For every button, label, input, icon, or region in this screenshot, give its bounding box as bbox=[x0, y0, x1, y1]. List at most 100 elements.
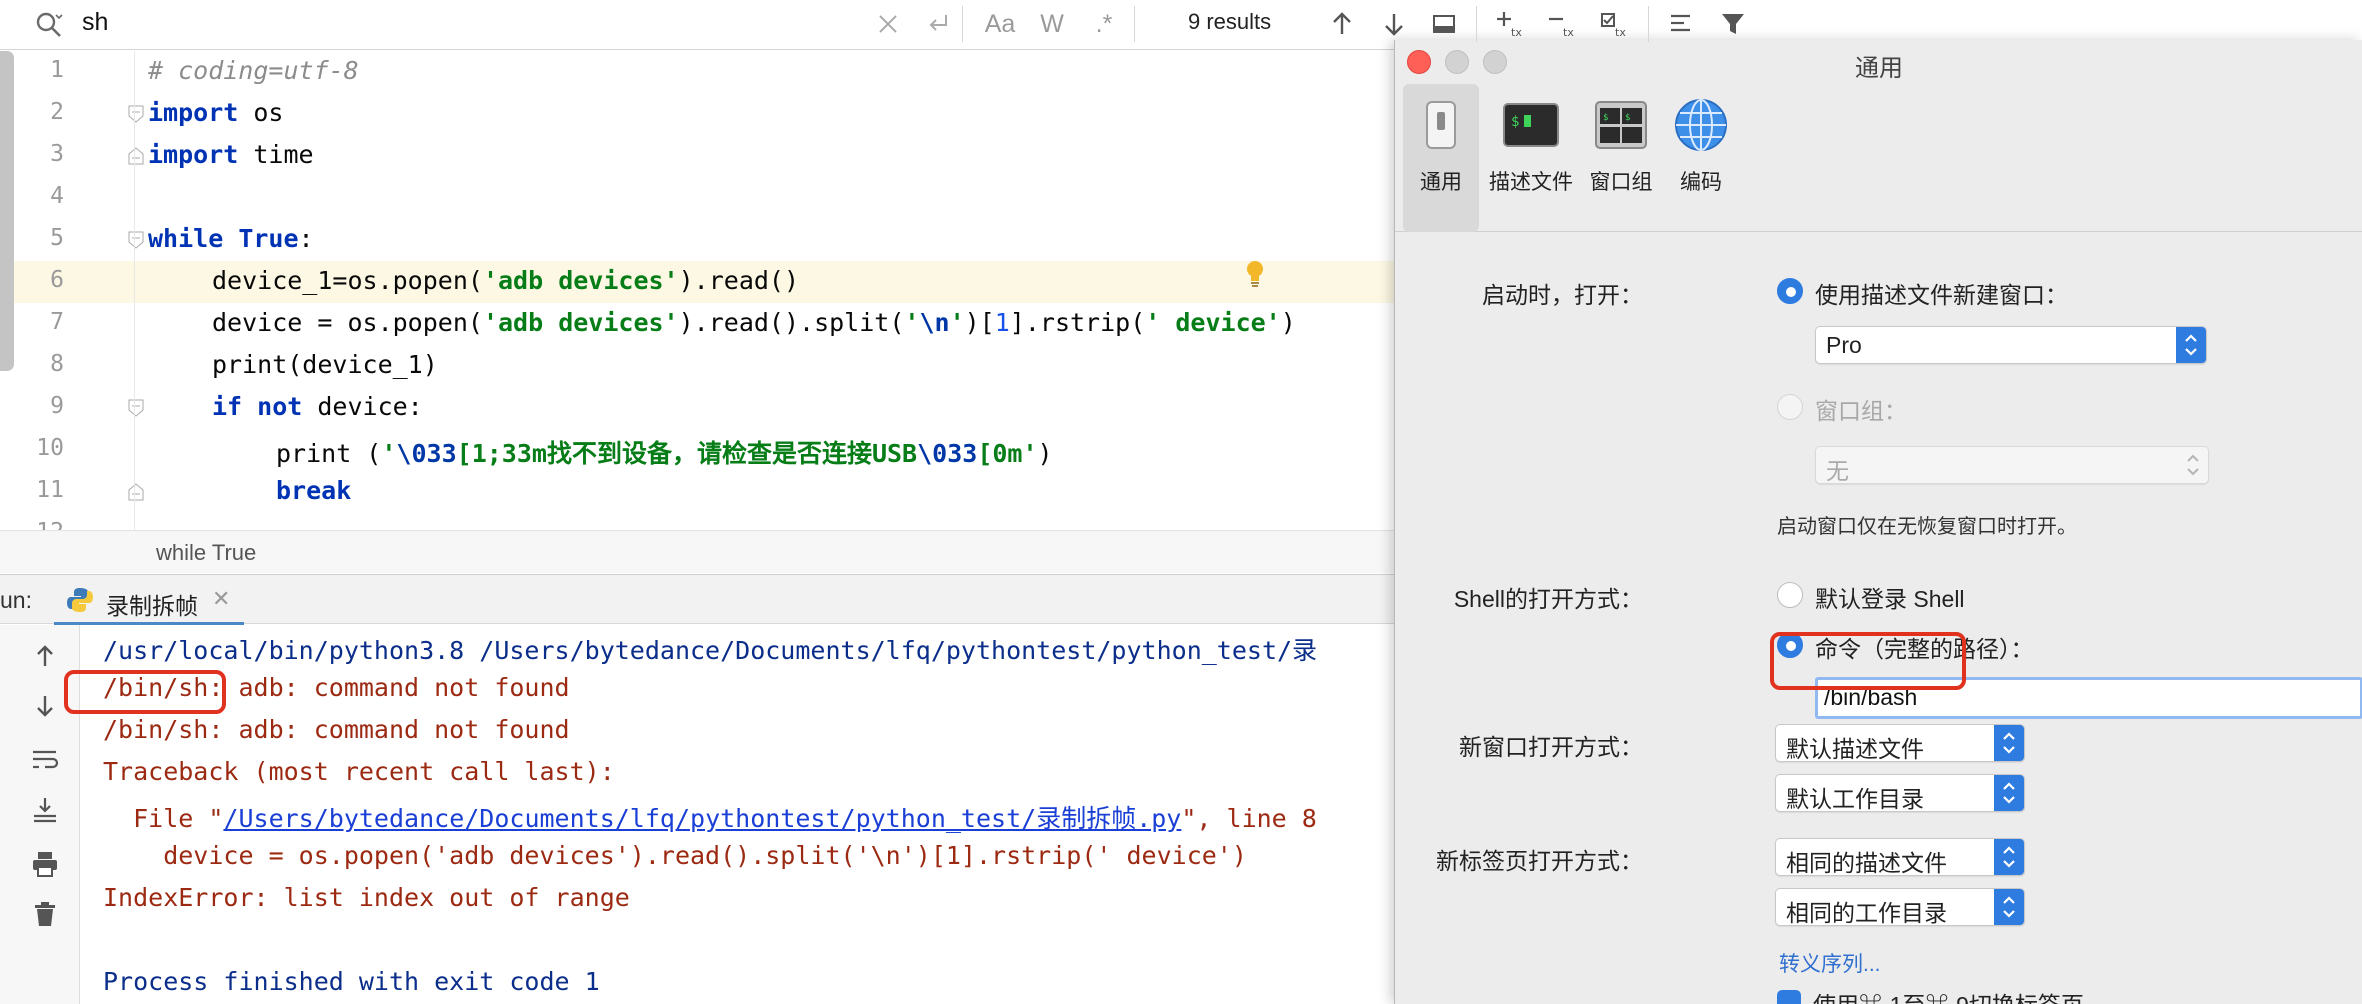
divider bbox=[1648, 6, 1649, 42]
line-number: 3 bbox=[50, 141, 64, 167]
new-line-icon[interactable] bbox=[922, 8, 954, 40]
title-bar: 通用 bbox=[1395, 40, 2362, 84]
run-tab[interactable]: 录制拆帧 ✕ bbox=[54, 575, 244, 625]
select-all-occurrences-icon[interactable]: tx bbox=[1598, 8, 1630, 40]
fold-end-icon[interactable] bbox=[128, 147, 144, 165]
fold-icon[interactable] bbox=[128, 399, 144, 417]
tab-window-groups[interactable]: $ $ 窗口组 bbox=[1581, 84, 1661, 232]
scroll-to-end-icon[interactable] bbox=[30, 795, 60, 825]
code-line: 3 import time bbox=[0, 135, 1394, 177]
preferences-toolbar: 通用 $ 描述文件 $ $ 窗口组 编码 bbox=[1395, 84, 2362, 232]
soft-wrap-icon[interactable] bbox=[30, 745, 60, 775]
new-window-profile-select[interactable]: 默认描述文件 bbox=[1775, 724, 2025, 762]
match-case-toggle[interactable]: Aa bbox=[984, 8, 1016, 40]
preferences-window: 通用 通用 $ 描述文件 $ $ 窗口组 编码 启动时，打开： 使用描述文件新建… bbox=[1394, 40, 2362, 1004]
code-number: 1 bbox=[994, 308, 1010, 337]
down-stack-icon[interactable] bbox=[30, 691, 60, 721]
breadcrumb[interactable]: while True bbox=[0, 530, 1394, 573]
tab-general[interactable]: 通用 bbox=[1403, 84, 1479, 232]
line-number: 1 bbox=[50, 57, 64, 83]
new-tab-label: 新标签页打开方式： bbox=[1436, 848, 1643, 874]
tab-label: 窗口组 bbox=[1589, 171, 1653, 194]
filter-icon[interactable] bbox=[1718, 8, 1750, 40]
new-window-directory-select[interactable]: 默认工作目录 bbox=[1775, 774, 2025, 812]
keyword-if-not: if not bbox=[212, 392, 303, 421]
general-settings-pane: 启动时，打开： 使用描述文件新建窗口： Pro 窗口组： 无 启动窗口仅在无恢复… bbox=[1395, 232, 2362, 1004]
annotation-highlight bbox=[1770, 632, 1966, 690]
clear-search-icon[interactable] bbox=[872, 8, 904, 40]
traceback-file-link[interactable]: /Users/bytedance/Documents/lfq/pythontes… bbox=[223, 804, 1181, 833]
window-group-select-value: 无 bbox=[1826, 458, 1849, 484]
select-value: 默认工作目录 bbox=[1786, 786, 1924, 812]
window-group-select: 无 bbox=[1815, 446, 2209, 484]
terminal-icon: $ bbox=[1503, 103, 1559, 147]
console-line: IndexError: list index out of range bbox=[103, 883, 630, 912]
login-shell-radio[interactable] bbox=[1777, 582, 1803, 608]
new-tab-directory-select[interactable]: 相同的工作目录 bbox=[1775, 888, 2025, 926]
console-line: /usr/local/bin/python3.8 /Users/bytedanc… bbox=[103, 636, 1318, 665]
chevron-updown-icon bbox=[1994, 889, 2024, 925]
current-code-line: 6 device_1=os.popen('adb devices').read(… bbox=[0, 261, 1394, 303]
code-string: ' bbox=[381, 439, 397, 468]
trash-icon[interactable] bbox=[30, 899, 60, 929]
window-group-radio[interactable] bbox=[1777, 394, 1803, 420]
keyword-while: while bbox=[148, 224, 224, 253]
new-window-profile-label[interactable]: 使用描述文件新建窗口： bbox=[1815, 276, 2068, 310]
run-panel-header: un: 录制拆帧 ✕ bbox=[0, 574, 1394, 625]
add-selection-icon[interactable]: tx bbox=[1494, 8, 1526, 40]
switch-tabs-label[interactable]: 使用⌘-1至⌘-9切换标签页 bbox=[1813, 986, 2084, 1004]
fold-icon[interactable] bbox=[128, 231, 144, 249]
lightbulb-icon[interactable] bbox=[1244, 259, 1266, 289]
profile-select[interactable]: Pro bbox=[1815, 326, 2207, 364]
escape-sequences-link[interactable]: 转义序列... bbox=[1779, 948, 1881, 978]
code-string: [0m' bbox=[977, 439, 1038, 468]
window-group-icon: $ $ bbox=[1595, 101, 1647, 149]
code-text: time bbox=[238, 140, 314, 169]
login-shell-label[interactable]: 默认登录 Shell bbox=[1815, 580, 1965, 614]
code-text: ).read().split( bbox=[678, 308, 905, 337]
run-label: un: bbox=[0, 587, 32, 613]
previous-occurrence-icon[interactable] bbox=[1326, 8, 1358, 40]
new-tab-profile-select[interactable]: 相同的描述文件 bbox=[1775, 838, 2025, 876]
find-bar: sh Aa W .* 9 results bbox=[0, 0, 1403, 50]
code-string: ' bbox=[949, 308, 965, 337]
code-text: )[ bbox=[964, 308, 995, 337]
console-line: device = os.popen('adb devices').read().… bbox=[103, 841, 1247, 870]
show-filter-popup-icon[interactable] bbox=[1666, 8, 1698, 40]
fold-end-icon[interactable] bbox=[128, 483, 144, 501]
chevron-updown-icon bbox=[1994, 839, 2024, 875]
console-text: File " bbox=[103, 804, 224, 833]
remove-selection-icon[interactable]: tx bbox=[1546, 8, 1578, 40]
search-input[interactable]: sh bbox=[82, 8, 108, 37]
fold-icon[interactable] bbox=[128, 105, 144, 123]
code-text: print(device_1) bbox=[212, 350, 438, 379]
console-output[interactable]: /usr/local/bin/python3.8 /Users/bytedanc… bbox=[81, 625, 1394, 1004]
code-text: device_1=os.popen( bbox=[212, 266, 483, 295]
new-window-profile-radio[interactable] bbox=[1777, 278, 1803, 304]
editor-scrollbar[interactable] bbox=[0, 51, 14, 371]
tab-label: 编码 bbox=[1680, 171, 1722, 194]
regex-toggle[interactable]: .* bbox=[1088, 8, 1120, 40]
whole-word-toggle[interactable]: W bbox=[1036, 8, 1068, 40]
line-number: 5 bbox=[50, 225, 64, 251]
chevron-updown-icon bbox=[1994, 775, 2024, 811]
filter-results-icon[interactable] bbox=[1428, 8, 1460, 40]
search-icon[interactable] bbox=[34, 10, 64, 40]
code-editor[interactable]: 1 # coding=utf-8 2 import os 3 import ti… bbox=[0, 51, 1394, 530]
print-icon[interactable] bbox=[30, 849, 60, 879]
next-occurrence-icon[interactable] bbox=[1378, 8, 1410, 40]
window-title: 通用 bbox=[1855, 55, 1903, 82]
close-tab-icon[interactable]: ✕ bbox=[212, 587, 230, 612]
tab-encodings[interactable]: 编码 bbox=[1663, 84, 1739, 232]
breadcrumb-item[interactable]: while True bbox=[156, 540, 256, 566]
switch-tabs-checkbox[interactable] bbox=[1777, 990, 1801, 1004]
code-string: 'adb devices' bbox=[482, 266, 679, 295]
svg-text:tx: tx bbox=[1615, 26, 1626, 38]
chevron-updown-icon bbox=[2178, 447, 2208, 483]
tab-profiles[interactable]: $ 描述文件 bbox=[1483, 84, 1579, 232]
code-comment: # coding=utf-8 bbox=[148, 56, 359, 85]
code-line: 5 while True: bbox=[0, 219, 1394, 261]
svg-text:$: $ bbox=[1625, 113, 1630, 123]
globe-icon bbox=[1675, 99, 1727, 151]
up-stack-icon[interactable] bbox=[30, 641, 60, 671]
